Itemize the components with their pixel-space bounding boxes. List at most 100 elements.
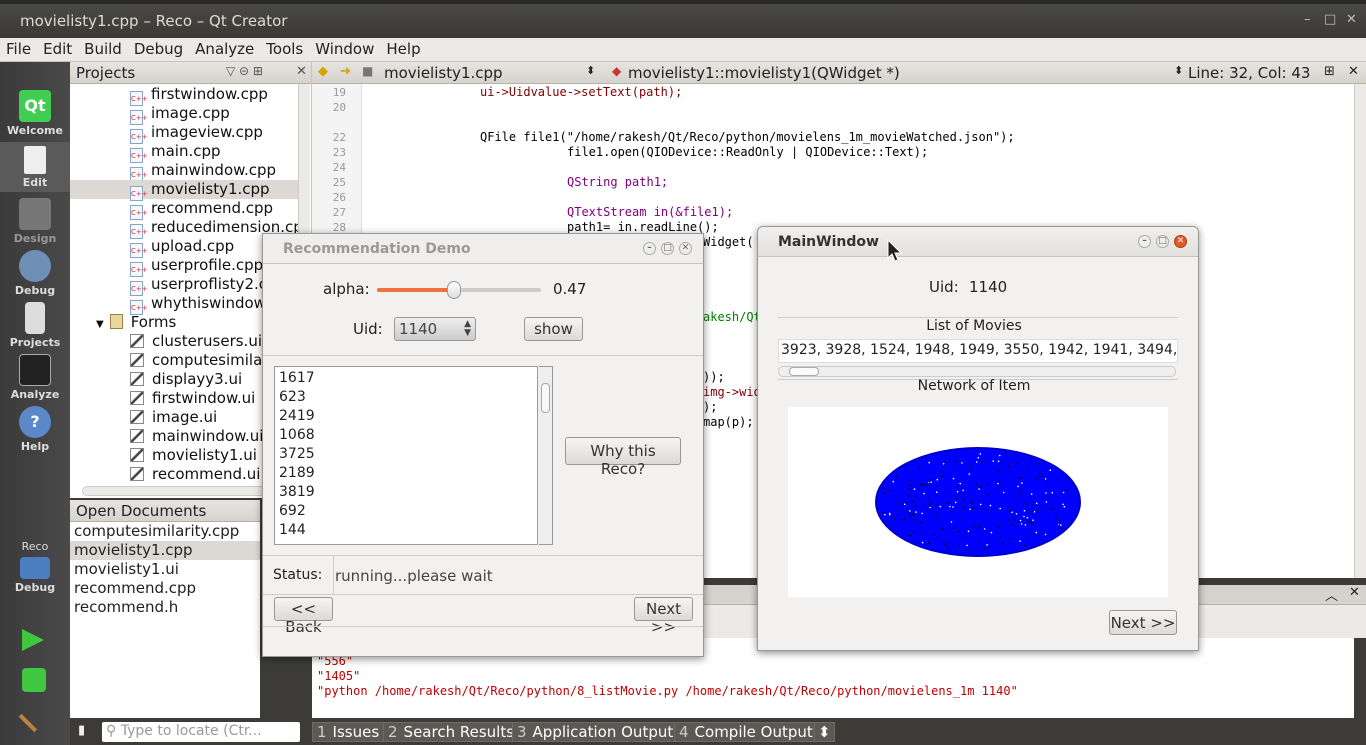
split-icon[interactable]: ⊞ [1324,64,1335,79]
list-item[interactable]: 1617 [279,369,533,388]
menu-file[interactable]: File [0,38,37,58]
line-number: 27 [332,206,346,219]
maximize-icon[interactable]: □ [661,242,674,255]
tab-compile-output[interactable]: 4 Compile Output [674,722,818,742]
network-node [1043,501,1045,503]
menu-edit[interactable]: Edit [37,38,78,58]
mode-design[interactable]: Design [0,198,70,245]
list-item[interactable]: 1068 [279,426,533,445]
list-item[interactable]: 623 [279,388,533,407]
back-arrow-icon[interactable]: ◆ [318,64,328,79]
sidebar-toggle-icon[interactable]: ▮ [78,723,85,738]
list-scrollbar[interactable] [539,366,553,545]
maximize-icon[interactable]: □ [1324,12,1336,27]
list-item[interactable]: 2419 [279,407,533,426]
run-icon[interactable] [22,629,44,651]
network-node [967,549,969,552]
debug-run-icon[interactable] [22,668,46,692]
mode-edit[interactable]: Edit [0,142,70,192]
output-line: "python /home/rakesh/Qt/Reco/python/8_li… [317,684,1018,698]
close-icon[interactable]: ✕ [1348,64,1359,79]
why-this-reco-button[interactable]: Why this Reco? [565,437,681,478]
list-item[interactable]: 3725 [279,445,533,464]
back-button[interactable]: << Back [274,597,333,636]
divider [263,555,703,556]
close-icon[interactable]: ✕ [1349,585,1360,600]
lock-icon: ■ [362,64,374,78]
tree-item[interactable]: C++ recommend.cpp [70,199,298,220]
open-document-item[interactable]: movielisty1.ui [70,560,260,579]
expand-arrow-icon[interactable]: ▼ [96,319,104,330]
kit-selector[interactable]: Reco Debug [0,540,70,594]
spin-arrows-icon[interactable]: ▲ ▼ [464,320,471,338]
network-node [947,502,949,504]
mode-sidebar: Qt Welcome Edit Design Debug Projects Ana… [0,62,70,745]
filter-icon[interactable]: ▽ ⊝ ⊞ [226,64,263,78]
list-item[interactable]: 3819 [279,483,533,502]
menu-help[interactable]: Help [380,38,426,58]
tab-application-output[interactable]: 3 Application Output [512,722,679,742]
scrollbar-handle[interactable] [789,367,819,376]
open-document-item[interactable]: recommend.cpp [70,579,260,598]
maximize-pane-icon[interactable]: ︿ [1325,585,1338,604]
menu-window[interactable]: Window [309,38,380,58]
menu-tools[interactable]: Tools [260,38,309,58]
more-tabs-icon[interactable]: ⬍ [814,722,835,742]
tree-item[interactable]: C++ image.cpp [70,104,298,125]
movie-list-field[interactable]: 3923, 3928, 1524, 1948, 1949, 3550, 1942… [778,339,1178,363]
tab-issues[interactable]: 1 Issues [312,722,385,742]
tree-item[interactable]: C++ imageview.cpp [70,123,298,144]
mode-help[interactable]: ? Help [0,406,70,453]
network-node [946,490,949,493]
tree-item[interactable]: C++ firstwindow.cpp [70,85,298,106]
open-document-item[interactable]: recommend.h [70,598,260,617]
list-item[interactable]: 144 [279,521,533,540]
tab-search-results[interactable]: 2 Search Results [383,722,520,742]
network-node [1026,517,1029,519]
menu-build[interactable]: Build [78,38,128,58]
editor-file-combo[interactable]: movielisty1.cpp [384,64,503,82]
close-icon[interactable]: ✕ [679,242,692,255]
network-node [1031,512,1033,515]
minimize-icon[interactable]: – [1304,12,1311,27]
list-item[interactable]: 2189 [279,464,533,483]
alpha-slider-handle[interactable] [447,281,462,299]
network-node [936,478,939,481]
open-document-item[interactable]: computesimilarity.cpp [70,522,260,541]
code-fragment: )); [703,370,725,384]
network-node [1049,494,1051,497]
mode-projects[interactable]: Projects [0,302,70,349]
close-icon[interactable]: ✕ [1174,235,1187,248]
show-button[interactable]: show [524,317,583,341]
minimize-icon[interactable]: – [643,242,656,255]
movie-list-scrollbar[interactable] [778,366,1176,377]
open-document-item-selected[interactable]: movielisty1.cpp [70,541,260,560]
mode-welcome[interactable]: Qt Welcome [0,90,70,137]
network-node [1023,510,1026,512]
next-button[interactable]: Next >> [1109,610,1177,635]
uid-spinbox[interactable]: 1140 ▲ ▼ [394,317,476,341]
tree-item-selected[interactable]: C++ movielisty1.cpp [70,180,298,201]
network-node [1038,532,1041,535]
editor-vertical-scrollbar[interactable] [1354,84,1366,578]
mode-analyze[interactable]: Analyze [0,354,70,401]
list-item[interactable]: 692 [279,502,533,521]
mode-debug[interactable]: Debug [0,250,70,297]
next-button[interactable]: Next >> [634,597,693,636]
maximize-icon[interactable]: □ [1156,235,1169,248]
locator-input[interactable]: ⚲ Type to locate (Ctr... [102,722,300,742]
alpha-slider[interactable] [377,281,541,299]
list-scrollbar-handle[interactable] [541,383,550,413]
recommendation-list[interactable]: 1617 623 2419 1068 3725 2189 3819 692 14… [274,366,538,545]
menu-debug[interactable]: Debug [128,38,189,58]
uid-label: Uid: [353,320,383,338]
build-hammer-icon[interactable] [18,699,52,733]
close-icon[interactable]: ✕ [1346,12,1357,27]
forward-arrow-icon[interactable]: ➜ [340,64,351,79]
tree-item[interactable]: C++ mainwindow.cpp [70,161,298,182]
menu-analyze[interactable]: Analyze [189,38,260,58]
tree-item[interactable]: C++ main.cpp [70,142,298,163]
editor-symbol-combo[interactable]: movielisty1::movielisty1(QWidget *) [628,64,900,82]
minimize-icon[interactable]: – [1138,235,1151,248]
close-icon[interactable]: ✕ [296,64,307,79]
